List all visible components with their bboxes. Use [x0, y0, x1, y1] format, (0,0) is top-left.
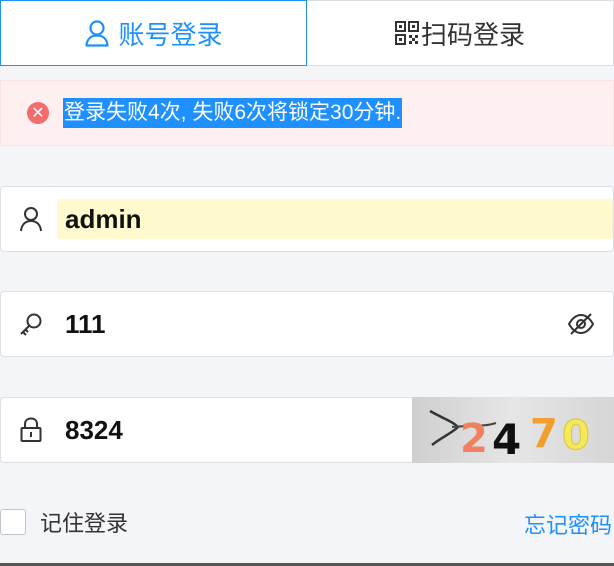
- eye-off-icon[interactable]: [567, 312, 595, 341]
- error-message: 登录失败4次, 失败6次将锁定30分钟.: [63, 98, 403, 128]
- login-tabs: 账号登录 扫码登录: [0, 0, 614, 66]
- key-icon: [1, 311, 57, 337]
- remember-label: 记住登录: [40, 511, 129, 536]
- lock-icon: [1, 417, 57, 443]
- captcha-input[interactable]: [57, 410, 413, 450]
- captcha-char: 2: [460, 416, 488, 462]
- user-icon: [1, 206, 57, 232]
- tab-qr-label: 扫码登录: [420, 19, 525, 50]
- password-input[interactable]: [57, 304, 563, 344]
- captcha-image[interactable]: 2 4 7 0: [412, 397, 614, 464]
- password-field: [0, 291, 614, 357]
- tab-account-label: 账号登录: [118, 19, 223, 50]
- captcha-char: 0: [562, 413, 590, 459]
- tab-qr-login[interactable]: 扫码登录: [307, 0, 614, 66]
- username-field: [0, 186, 614, 252]
- remember-login: 记住登录: [0, 506, 128, 538]
- username-input[interactable]: [57, 199, 613, 239]
- close-circle-icon: ✕: [27, 102, 49, 124]
- captcha-field: [0, 397, 413, 463]
- qrcode-icon: [394, 21, 419, 45]
- forgot-password-link[interactable]: 忘记密码: [524, 508, 612, 540]
- captcha-char: 4: [492, 415, 521, 463]
- error-alert: ✕ 登录失败4次, 失败6次将锁定30分钟.: [0, 80, 614, 146]
- user-icon: [84, 19, 110, 47]
- remember-checkbox[interactable]: [0, 509, 26, 535]
- captcha-char: 7: [530, 411, 558, 457]
- tab-account-login[interactable]: 账号登录: [0, 0, 307, 66]
